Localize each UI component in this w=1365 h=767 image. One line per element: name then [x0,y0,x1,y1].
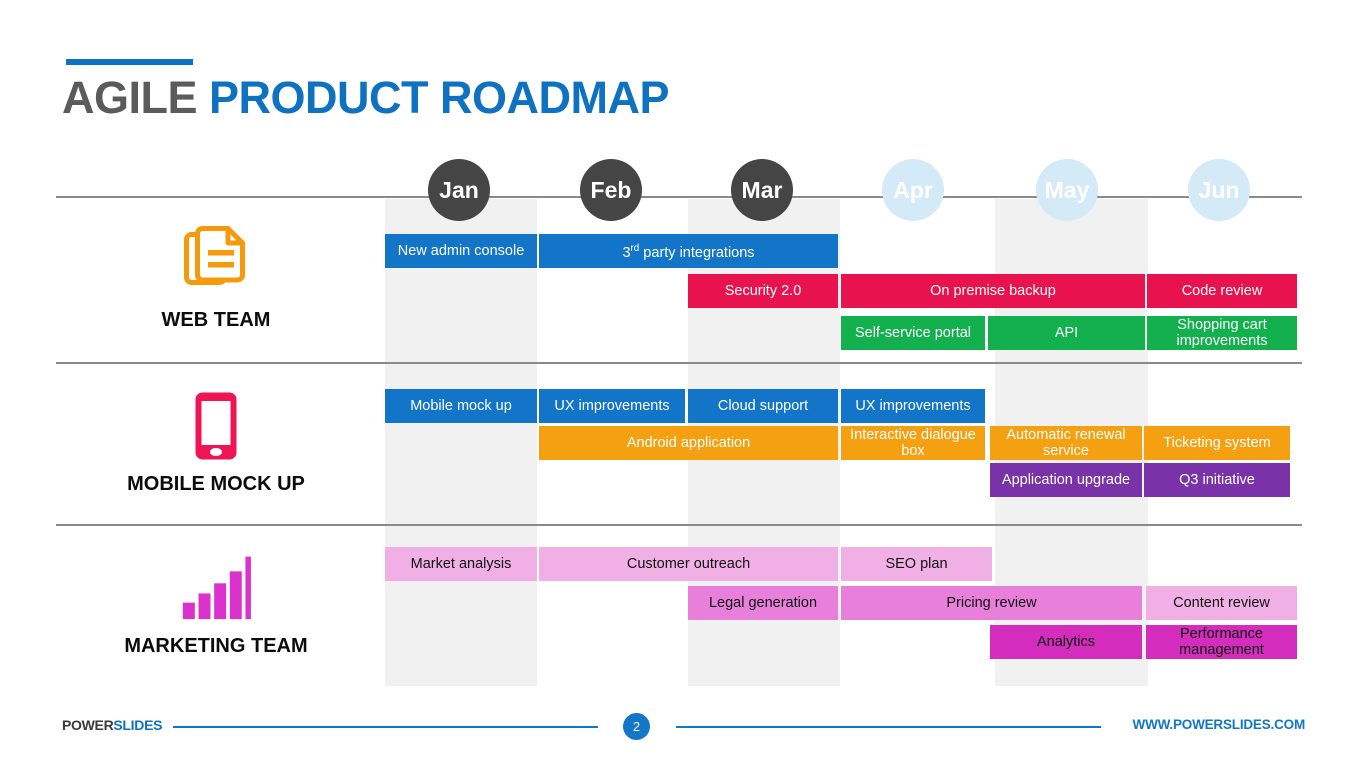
timeline-axis [56,196,1302,198]
mobile-phone-icon [56,390,376,462]
task-bar[interactable]: API [988,316,1145,350]
month-marker-jun[interactable]: Jun [1188,159,1250,221]
task-bar[interactable]: Customer outreach [539,547,838,581]
task-bar[interactable]: Content review [1146,586,1297,620]
task-bar[interactable]: Mobile mock up [385,389,537,423]
task-bar[interactable]: Security 2.0 [688,274,838,308]
footer-logo-part1: POWER [62,717,114,733]
row-label-1: MOBILE MOCK UP [127,473,305,495]
footer-logo-part2: SLIDES [113,717,163,733]
month-marker-jan[interactable]: Jan [428,159,490,221]
task-bar[interactable]: Shopping cart improvements [1147,316,1297,350]
task-bar[interactable]: Cloud support [688,389,838,423]
row-separator-0 [56,362,1302,364]
task-bar[interactable]: Performance management [1146,625,1297,659]
footer-divider-right [676,726,1101,728]
task-bar[interactable]: Ticketing system [1144,426,1290,460]
row-separator-1 [56,524,1302,526]
task-bar[interactable]: Automatic renewal service [990,426,1142,460]
task-bar[interactable]: Self-service portal [841,316,985,350]
task-bar[interactable]: On premise backup [841,274,1145,308]
task-bar[interactable]: Application upgrade [990,463,1142,497]
month-marker-apr[interactable]: Apr [882,159,944,221]
footer-divider-left [173,726,598,728]
task-bar[interactable]: Q3 initiative [1144,463,1290,497]
task-bar[interactable]: Pricing review [841,586,1142,620]
task-bar[interactable]: Market analysis [385,547,537,581]
task-bar[interactable]: UX improvements [539,389,685,423]
footer-logo: POWERSLIDES [62,717,162,733]
page-title-part2: PRODUCT ROADMAP [209,72,670,123]
row-label-2: MARKETING TEAM [124,635,308,657]
footer-url[interactable]: WWW.POWERSLIDES.COM [1133,717,1306,732]
task-bar[interactable]: SEO plan [841,547,992,581]
task-bar[interactable]: 3rd party integrations [539,234,838,268]
documents-icon [56,224,376,290]
title-accent-rule [66,59,193,65]
page-number-badge: 2 [623,713,650,740]
page-title: AGILE PRODUCT ROADMAP [62,72,670,124]
bar-chart-icon [69,555,363,620]
task-bar[interactable]: Code review [1147,274,1297,308]
task-bar[interactable]: New admin console [385,234,537,268]
task-bar[interactable]: Legal generation [688,586,838,620]
month-marker-mar[interactable]: Mar [731,159,793,221]
task-bar[interactable]: Android application [539,426,838,460]
month-band-0 [385,199,537,686]
page-title-part1: AGILE [62,72,198,123]
task-bar[interactable]: Analytics [990,625,1142,659]
month-marker-feb[interactable]: Feb [580,159,642,221]
task-bar[interactable]: Interactive dialogue box [841,426,985,460]
row-label-0: WEB TEAM [161,309,271,331]
task-bar[interactable]: UX improvements [841,389,985,423]
month-marker-may[interactable]: May [1036,159,1098,221]
